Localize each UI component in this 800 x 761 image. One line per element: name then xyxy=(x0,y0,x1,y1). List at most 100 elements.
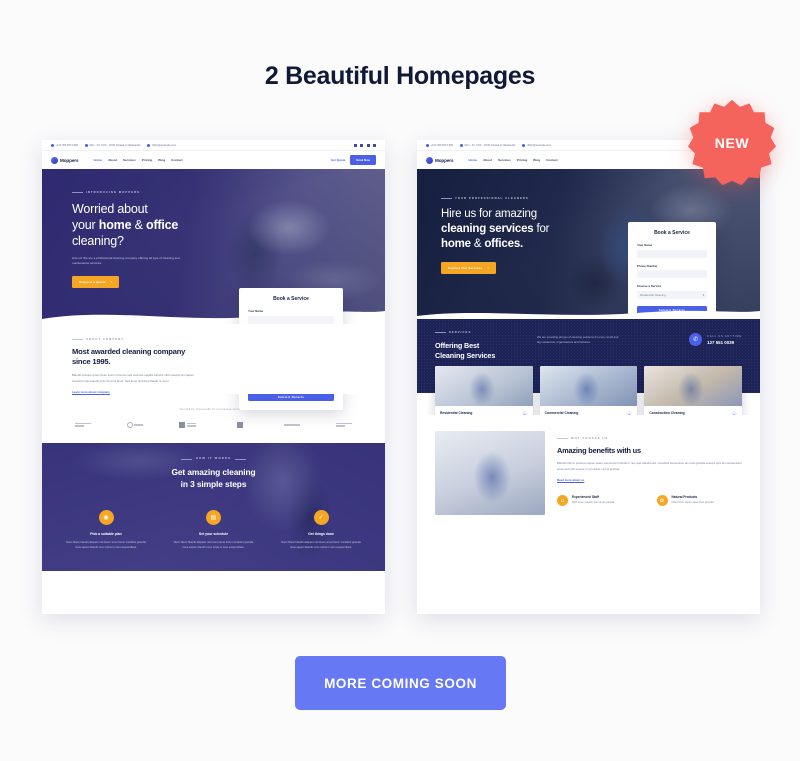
m1-about-link[interactable]: Learn more about company xyxy=(72,390,355,394)
m2-feature-1: ☺ Experienced Staff Nibh lorem sapien qu… xyxy=(557,495,643,507)
m2-hero-wave xyxy=(417,310,760,319)
instagram-icon[interactable] xyxy=(366,143,370,147)
homepage-mockup-2[interactable]: +123 456 8474 999 Mon - Fri: 9:00 - 19:0… xyxy=(417,140,760,614)
m1-hero-paragraph: Hire us! We are a professional cleaning … xyxy=(72,256,180,266)
m1-steps-section: How It Works Get amazing cleaning in 3 s… xyxy=(42,443,385,572)
m1-book-now-button[interactable]: Book Now xyxy=(350,155,376,165)
m2-topbar-hours-text: Mon - Fri: 9:00 - 19:00 Closed on Weeken… xyxy=(464,143,516,147)
m1-navbar: Moppers Home About Services Pricing Blog… xyxy=(42,151,385,169)
m1-nav-about[interactable]: About xyxy=(108,158,117,162)
m1-logo[interactable]: Moppers xyxy=(51,156,79,164)
m2-services-eyebrow: Services xyxy=(435,331,523,334)
m2-name-input[interactable] xyxy=(637,249,707,258)
m2-nav-about[interactable]: About xyxy=(483,158,492,162)
m1-hero-line2d: office xyxy=(146,218,179,232)
m1-nav-actions: Get Quote Book Now xyxy=(331,155,376,165)
m1-topbar-phone: +123 456 8474 999 xyxy=(51,143,78,147)
m2-service-select[interactable]: Residential Cleaning ▾ xyxy=(637,290,707,299)
check-icon: ✓ xyxy=(313,509,329,525)
m2-service-image-2 xyxy=(539,366,638,406)
m2-hero-line3a: home xyxy=(441,238,471,251)
m2-services-title-col: Services Offering Best Cleaning Services xyxy=(435,331,523,361)
plus-icon[interactable]: + xyxy=(731,411,738,415)
m2-services-line1: Offering Best xyxy=(435,341,480,350)
m1-hero-line2b: home xyxy=(98,218,132,232)
m1-hero-cta-button[interactable]: Request a Quote xyxy=(72,275,120,288)
m2-phone-label: Phone Number xyxy=(637,263,658,268)
m1-about-paragraph: Blandit quisque lorem dolor ipsum rhoncu… xyxy=(72,373,194,383)
m1-topbar-hours-text: Mon - Fri: 9:00 - 19:00 Closed on Weeken… xyxy=(89,143,141,147)
m1-hero-line2c: & xyxy=(131,218,147,232)
m1-logo-text: Moppers xyxy=(60,157,79,163)
more-coming-soon-button[interactable]: MORE COMING SOON xyxy=(295,656,506,710)
m1-get-quote-link[interactable]: Get Quote xyxy=(331,158,346,162)
m2-call-text: Call Us Anytime 127 551 0039 xyxy=(707,335,742,345)
m2-book-service-form[interactable]: Book a Service Your Name Phone Number Ch… xyxy=(628,222,716,319)
m1-nav-services[interactable]: Services xyxy=(123,158,136,162)
facebook-icon[interactable] xyxy=(353,143,357,147)
m2-hero-line2a: cleaning services xyxy=(441,223,534,236)
m1-hero-line1: Worried about xyxy=(72,202,148,216)
m2-service-body-2: Commercial Cleaning Starting from $100 + xyxy=(540,406,638,415)
m2-logo-text: Moppers xyxy=(435,157,454,163)
linkedin-icon[interactable] xyxy=(373,143,376,147)
m2-benefits-image xyxy=(435,431,545,515)
m1-nav-contact[interactable]: Contact xyxy=(171,158,183,162)
m1-step-3-title: Get things done xyxy=(308,531,334,536)
m2-topbar-email-text: office@example.com xyxy=(526,143,552,147)
m1-name-input[interactable] xyxy=(248,315,334,324)
m1-partners-row xyxy=(66,420,361,429)
user-badge-icon: ☺ xyxy=(557,495,568,507)
m1-steps-line2: in 3 simple steps xyxy=(180,478,247,489)
m2-hero-content: Your Professional Cleaners Hire us for a… xyxy=(417,169,612,274)
m2-nav-services[interactable]: Services xyxy=(498,158,511,162)
m2-benefits-features: ☺ Experienced Staff Nibh lorem sapien qu… xyxy=(557,495,742,507)
m1-social-links[interactable] xyxy=(353,143,376,147)
m2-benefits-content: Why Choose Us Amazing benefits with us B… xyxy=(557,431,742,515)
m2-nav-blog[interactable]: Blog xyxy=(533,158,540,162)
m2-services-paragraph: We are providing all type of cleaning so… xyxy=(537,335,619,345)
m2-hero-section: Your Professional Cleaners Hire us for a… xyxy=(417,169,760,319)
m2-feature-2-text: Natural Products Nibh lorem sapien quis … xyxy=(672,495,715,506)
phone-icon xyxy=(426,143,429,147)
m2-service-body-1: Residential Cleaning Starting from $45 + xyxy=(435,406,533,415)
m2-service-card-3[interactable]: Construction Cleaning Starting from $200… xyxy=(644,366,743,415)
m1-topbar-email-text: office@example.com xyxy=(151,143,177,147)
homepage-mockup-1[interactable]: +123 456 8474 999 Mon - Fri: 9:00 - 19:0… xyxy=(42,140,385,614)
m2-services-header: Services Offering Best Cleaning Services… xyxy=(417,319,760,361)
m1-nav-links[interactable]: Home About Services Pricing Blog Contact xyxy=(93,158,182,162)
m2-call-number: 127 551 0039 xyxy=(707,339,735,345)
m1-hero-eyebrow: Introducing Moppers xyxy=(72,191,217,194)
partner-logo-6-icon xyxy=(327,420,361,429)
m2-feature-2-desc: Nibh lorem sapien quis amet gravida. xyxy=(671,501,715,505)
m2-phone-input[interactable] xyxy=(637,270,707,278)
m2-nav-home[interactable]: Home xyxy=(468,158,477,162)
logo-mark-icon xyxy=(51,156,58,164)
m2-hero-heading: Hire us for amazing cleaning services fo… xyxy=(441,207,612,253)
m1-hero-content: Introducing Moppers Worried about your h… xyxy=(42,169,217,288)
m1-nav-home[interactable]: Home xyxy=(93,158,102,162)
m2-service-label: Choose a Service xyxy=(637,284,662,288)
m2-services-heading: Offering Best Cleaning Services xyxy=(435,341,523,361)
m2-hero-cta-button[interactable]: Explore Our Services xyxy=(441,261,496,274)
m2-service-card-1[interactable]: Residential Cleaning Starting from $45 + xyxy=(435,366,533,415)
m2-service-card-2[interactable]: Commercial Cleaning Starting from $100 + xyxy=(539,366,638,415)
m1-nav-pricing[interactable]: Pricing xyxy=(142,158,153,162)
m2-call-block[interactable]: ✆ Call Us Anytime 127 551 0039 xyxy=(689,331,742,346)
plus-icon[interactable]: + xyxy=(521,411,528,415)
m2-feature-1-desc: Nibh lorem sapien quis amet gravida. xyxy=(572,501,615,505)
m1-topbar-phone-text: +123 456 8474 999 xyxy=(55,143,78,147)
m2-benefits-link[interactable]: Read more about us xyxy=(557,478,742,482)
m2-topbar-phone-text: +123 456 8474 999 xyxy=(430,143,453,147)
m2-nav-links[interactable]: Home About Services Pricing Blog Contact xyxy=(468,158,557,162)
m2-nav-pricing[interactable]: Pricing xyxy=(517,158,528,162)
m2-logo[interactable]: Moppers xyxy=(426,156,454,164)
m1-about-eyebrow: About Company xyxy=(72,338,355,341)
m1-nav-blog[interactable]: Blog xyxy=(158,158,165,162)
twitter-icon[interactable] xyxy=(360,143,363,147)
m2-nav-contact[interactable]: Contact xyxy=(546,158,558,162)
plus-icon[interactable]: + xyxy=(626,411,633,415)
m1-step-1-title: Pick a suitable plan xyxy=(90,531,122,536)
m2-topbar-email: office@example.com xyxy=(522,143,552,147)
logo-mark-icon xyxy=(426,156,433,164)
